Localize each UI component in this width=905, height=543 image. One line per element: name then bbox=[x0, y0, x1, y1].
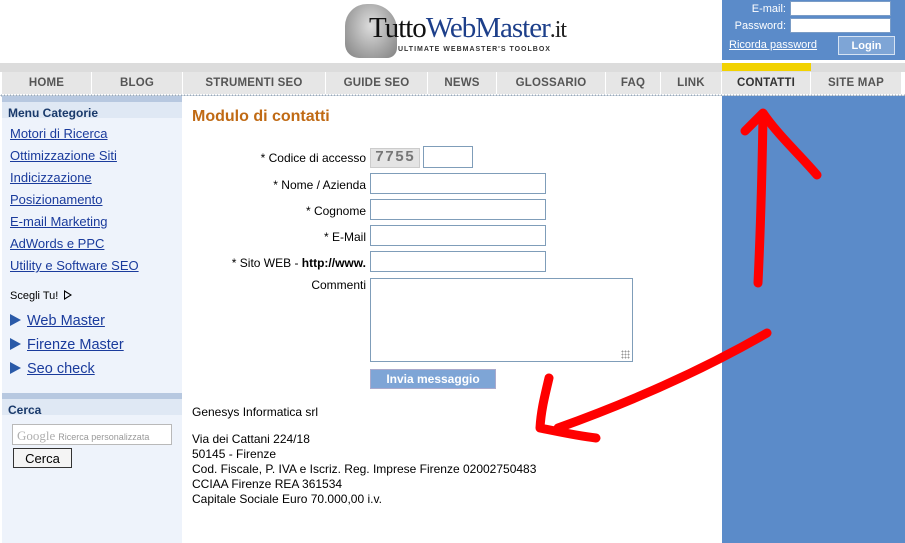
login-email-field[interactable] bbox=[790, 1, 891, 16]
email-field[interactable] bbox=[370, 225, 546, 246]
address-line: Cod. Fiscale, P. IVA e Iscriz. Reg. Impr… bbox=[192, 462, 537, 476]
arrow-right-icon bbox=[10, 338, 21, 350]
partner-sites-list: Web Master Firenze Master Seo check bbox=[2, 310, 182, 382]
tab-contatti[interactable]: CONTATTI bbox=[722, 72, 811, 94]
tab-strumenti-seo[interactable]: STRUMENTI SEO bbox=[183, 72, 326, 94]
submit-message-button[interactable]: Invia messaggio bbox=[370, 369, 496, 389]
arrow-right-icon bbox=[10, 362, 21, 374]
login-panel: E-mail: Password: Ricorda password Login bbox=[722, 0, 905, 60]
category-link[interactable]: AdWords e PPC bbox=[10, 234, 174, 256]
main-content: Modulo di contatti * Codice di accesso 7… bbox=[182, 96, 722, 543]
arrow-right-icon bbox=[10, 314, 21, 326]
name-label: * Nome / Azienda bbox=[273, 178, 366, 192]
tab-link[interactable]: LINK bbox=[661, 72, 722, 94]
password-label: Password: bbox=[734, 20, 786, 32]
left-sidebar: Menu Categorie Motori di Ricerca Ottimiz… bbox=[2, 96, 182, 543]
surname-field[interactable] bbox=[370, 199, 546, 220]
right-column bbox=[722, 96, 905, 543]
website-field[interactable] bbox=[370, 251, 546, 272]
page-title: Modulo di contatti bbox=[192, 108, 330, 125]
main-nav: HOME BLOG STRUMENTI SEO GUIDE SEO NEWS G… bbox=[0, 63, 905, 97]
tab-site-map[interactable]: SITE MAP bbox=[811, 72, 902, 94]
company-address: Via dei Cattani 224/18 50145 - Firenze C… bbox=[192, 432, 536, 507]
choose-label: Scegli Tu! bbox=[10, 290, 59, 302]
site-logo[interactable]: TuttoWebMaster.it ULTIMATE WEBMASTER'S T… bbox=[345, 2, 567, 60]
nav-tabs: HOME BLOG STRUMENTI SEO GUIDE SEO NEWS G… bbox=[2, 72, 902, 94]
category-link[interactable]: Ottimizzazione Siti bbox=[10, 146, 174, 168]
company-name: Genesys Informatica srl bbox=[192, 405, 319, 419]
website-label: * Sito WEB - http://www. bbox=[231, 256, 366, 270]
tab-guide-seo[interactable]: GUIDE SEO bbox=[326, 72, 428, 94]
category-link[interactable]: Posizionamento bbox=[10, 190, 174, 212]
search-button[interactable]: Cerca bbox=[13, 448, 72, 468]
site-link-seo-check[interactable]: Seo check bbox=[10, 358, 182, 382]
address-line: CCIAA Firenze REA 361534 bbox=[192, 477, 343, 491]
search-heading: Cerca bbox=[2, 393, 182, 417]
surname-label: * Cognome bbox=[305, 204, 366, 218]
address-line: Capitale Sociale Euro 70.000,00 i.v. bbox=[192, 492, 382, 506]
tab-home[interactable]: HOME bbox=[2, 72, 92, 94]
name-field[interactable] bbox=[370, 173, 546, 194]
email-label: E-mail: bbox=[751, 3, 786, 15]
search-block: Cerca Google Ricerca personalizzata Cerca bbox=[2, 393, 182, 468]
captcha-input[interactable] bbox=[423, 146, 473, 168]
category-link[interactable]: E-mail Marketing bbox=[10, 212, 174, 234]
website-prefix: http://www. bbox=[301, 256, 366, 270]
google-search-input[interactable]: Google Ricerca personalizzata bbox=[12, 424, 172, 445]
categories-heading: Menu Categorie bbox=[2, 96, 182, 120]
category-link[interactable]: Motori di Ricerca bbox=[10, 124, 174, 146]
tab-news[interactable]: NEWS bbox=[428, 72, 497, 94]
comments-label: Commenti bbox=[311, 278, 366, 292]
captcha-image: 7755 bbox=[370, 148, 420, 168]
logo-tagline: ULTIMATE WEBMASTER'S TOOLBOX bbox=[398, 46, 551, 53]
login-button[interactable]: Login bbox=[838, 36, 895, 55]
comments-textarea[interactable] bbox=[370, 278, 633, 362]
choose-label-row: Scegli Tu! bbox=[10, 290, 182, 310]
address-line: 50145 - Firenze bbox=[192, 447, 277, 461]
captcha-label: * Codice di accesso bbox=[260, 151, 366, 165]
google-brand: Google bbox=[17, 428, 56, 443]
tab-blog[interactable]: BLOG bbox=[92, 72, 183, 94]
resize-grip-icon[interactable] bbox=[621, 350, 630, 359]
search-placeholder: Ricerca personalizzata bbox=[58, 432, 150, 442]
address-line: Via dei Cattani 224/18 bbox=[192, 432, 310, 446]
play-outline-icon bbox=[64, 290, 73, 300]
site-link-firenze-master[interactable]: Firenze Master bbox=[10, 334, 182, 358]
tab-glossario[interactable]: GLOSSARIO bbox=[497, 72, 606, 94]
active-tab-indicator bbox=[722, 63, 811, 71]
logo-text: TuttoWebMaster.it bbox=[369, 12, 567, 44]
categories-list: Motori di Ricerca Ottimizzazione Siti In… bbox=[2, 118, 182, 278]
login-password-field[interactable] bbox=[790, 18, 891, 33]
category-link[interactable]: Indicizzazione bbox=[10, 168, 174, 190]
header: TuttoWebMaster.it ULTIMATE WEBMASTER'S T… bbox=[0, 0, 905, 63]
remember-password-link[interactable]: Ricorda password bbox=[729, 39, 817, 51]
site-link-web-master[interactable]: Web Master bbox=[10, 310, 182, 334]
tab-faq[interactable]: FAQ bbox=[606, 72, 661, 94]
email-label: * E-Mail bbox=[323, 230, 366, 244]
category-link[interactable]: Utility e Software SEO bbox=[10, 256, 174, 278]
